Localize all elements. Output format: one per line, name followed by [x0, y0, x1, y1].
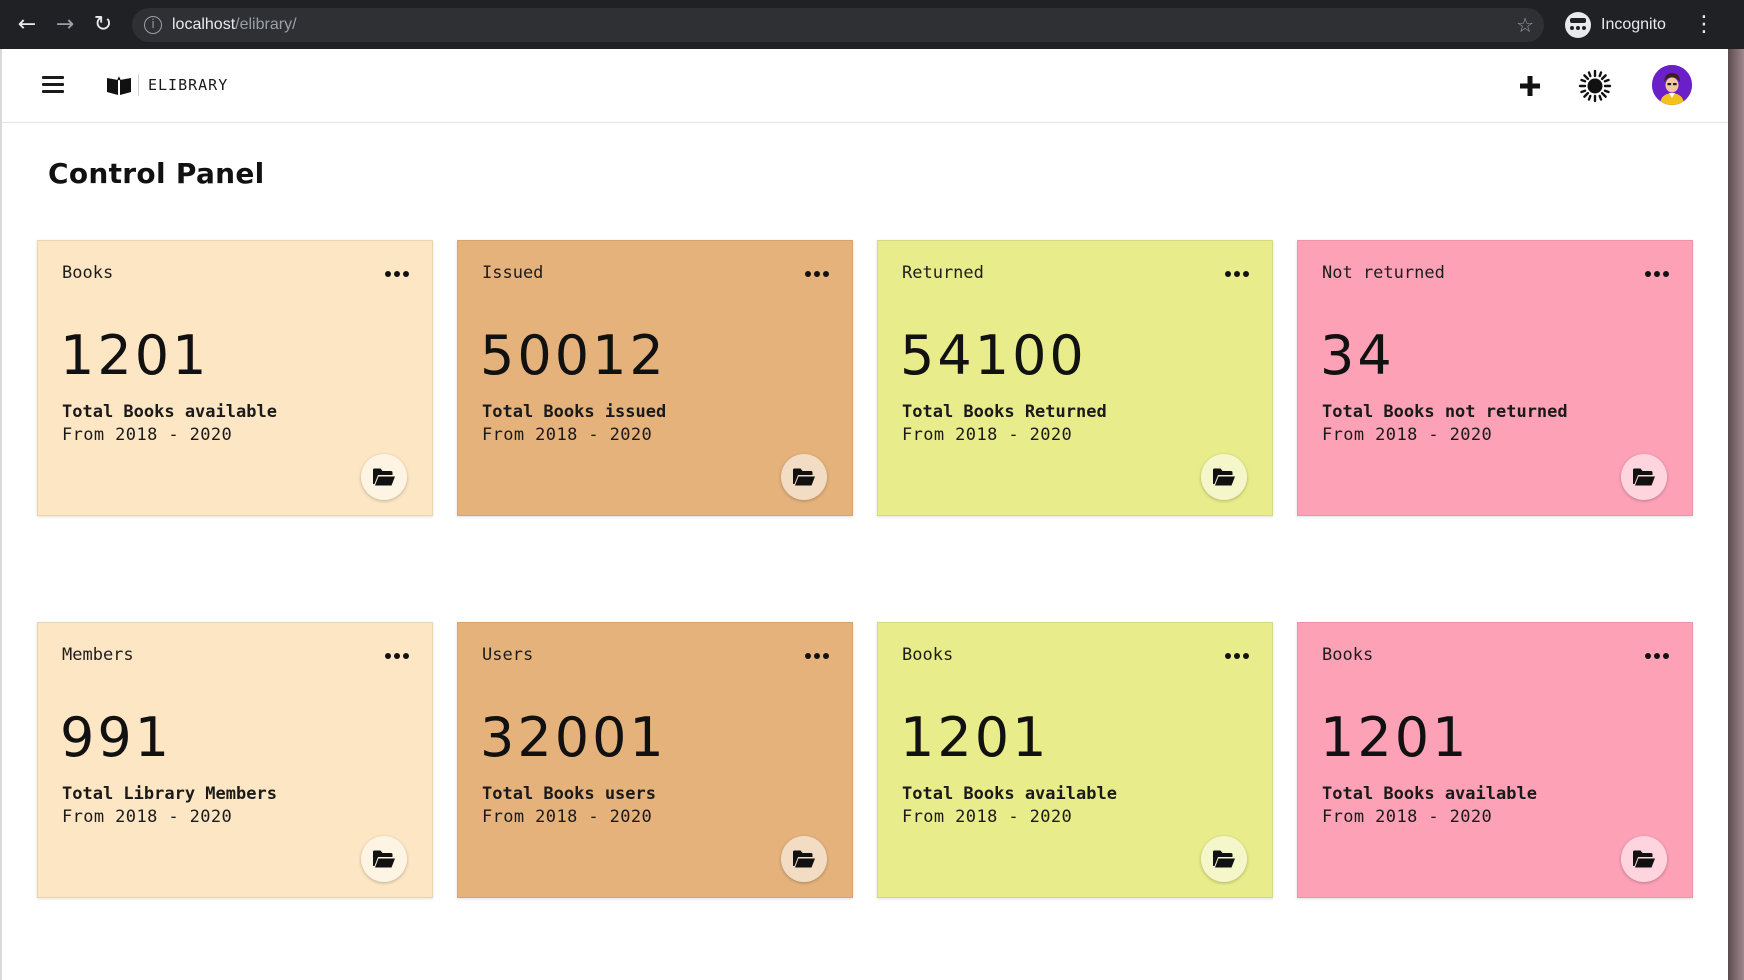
card-description: Total Books issued [482, 402, 667, 422]
card-label: Members [62, 645, 134, 665]
open-folder-button[interactable] [781, 836, 827, 882]
card-description: Total Books users [482, 784, 656, 804]
url-path: /elibrary/ [235, 16, 297, 33]
more-options-icon[interactable] [805, 268, 829, 280]
folder-open-icon [1212, 849, 1236, 869]
card-description: Total Books available [62, 402, 277, 422]
card-value: 54100 [900, 324, 1087, 387]
page-title: Control Panel [48, 157, 265, 190]
folder-open-icon [792, 467, 816, 487]
reload-icon[interactable]: ↻ [88, 10, 118, 40]
open-folder-button[interactable] [1201, 836, 1247, 882]
card-date-range: From 2018 - 2020 [902, 425, 1073, 445]
avatar-face-icon [1652, 65, 1692, 105]
open-folder-button[interactable] [361, 454, 407, 500]
card-date-range: From 2018 - 2020 [482, 807, 653, 827]
card-label: Not returned [1322, 263, 1445, 283]
folder-open-icon [1632, 467, 1656, 487]
incognito-icon [1565, 12, 1591, 38]
more-options-icon[interactable] [1645, 268, 1669, 280]
folder-open-icon [792, 849, 816, 869]
card-description: Total Books available [1322, 784, 1537, 804]
app-header: ELIBRARY [2, 49, 1728, 123]
card-date-range: From 2018 - 2020 [1322, 807, 1493, 827]
open-folder-button[interactable] [1621, 836, 1667, 882]
url-host: localhost [172, 16, 236, 33]
forward-arrow-icon[interactable]: → [50, 10, 80, 40]
stat-card[interactable]: Members 991 Total Library Members From 2018… [37, 622, 433, 898]
incognito-indicator[interactable]: Incognito [1565, 12, 1666, 38]
open-folder-button[interactable] [781, 454, 827, 500]
stat-card[interactable]: Users 32001 Total Books users From 2018 - 2… [457, 622, 853, 898]
card-value: 1201 [1320, 706, 1470, 769]
card-label: Users [482, 645, 534, 665]
more-options-icon[interactable] [1645, 650, 1669, 662]
card-label: Books [1322, 645, 1374, 665]
open-folder-button[interactable] [1201, 454, 1247, 500]
card-description: Total Books not returned [1322, 402, 1568, 422]
page: ELIBRARY Control Panel Books 1201 Total … [2, 49, 1728, 980]
info-icon[interactable]: i [144, 16, 162, 34]
more-options-icon[interactable] [1225, 268, 1249, 280]
more-options-icon[interactable] [805, 650, 829, 662]
more-options-icon[interactable] [385, 650, 409, 662]
card-date-range: From 2018 - 2020 [482, 425, 653, 445]
sun-icon[interactable] [1578, 69, 1612, 103]
card-value: 34 [1320, 324, 1395, 387]
card-description: Total Library Members [62, 784, 277, 804]
open-book-icon [107, 76, 131, 95]
more-options-icon[interactable] [385, 268, 409, 280]
folder-open-icon [372, 849, 396, 869]
incognito-label: Incognito [1601, 16, 1666, 33]
card-description: Total Books available [902, 784, 1117, 804]
folder-open-icon [372, 467, 396, 487]
card-label: Books [902, 645, 954, 665]
bookmark-star-icon[interactable]: ☆ [1516, 8, 1534, 42]
folder-open-icon [1632, 849, 1656, 869]
stat-card[interactable]: Not returned 34 Total Books not returned Fr… [1297, 240, 1693, 516]
browser-menu-icon[interactable]: ⋮ [1693, 10, 1715, 40]
window-edge [1728, 49, 1744, 980]
card-value: 1201 [60, 324, 210, 387]
card-value: 50012 [480, 324, 667, 387]
hamburger-icon[interactable] [42, 76, 64, 94]
stat-card[interactable]: Books 1201 Total Books available From 2018 … [877, 622, 1273, 898]
address-bar[interactable]: i localhost/elibrary/ ☆ [132, 8, 1544, 42]
card-date-range: From 2018 - 2020 [1322, 425, 1493, 445]
card-value: 1201 [900, 706, 1050, 769]
stat-card[interactable]: Books 1201 Total Books available From 2018 … [1297, 622, 1693, 898]
browser-toolbar: ← → ↻ i localhost/elibrary/ ☆ Incognito … [0, 0, 1744, 49]
url-text[interactable]: localhost/elibrary/ [172, 8, 297, 42]
card-value: 32001 [480, 706, 667, 769]
stat-card[interactable]: Books 1201 Total Books available From 2018 … [37, 240, 433, 516]
card-label: Returned [902, 263, 984, 283]
open-folder-button[interactable] [361, 836, 407, 882]
plus-icon[interactable] [1516, 72, 1544, 100]
card-date-range: From 2018 - 2020 [62, 807, 233, 827]
more-options-icon[interactable] [1225, 650, 1249, 662]
folder-open-icon [1212, 467, 1236, 487]
brand-name: ELIBRARY [148, 76, 229, 94]
open-folder-button[interactable] [1621, 454, 1667, 500]
card-label: Books [62, 263, 114, 283]
card-date-range: From 2018 - 2020 [62, 425, 233, 445]
brand-divider [138, 74, 139, 96]
back-arrow-icon[interactable]: ← [12, 10, 42, 40]
card-description: Total Books Returned [902, 402, 1107, 422]
brand[interactable]: ELIBRARY [106, 73, 228, 97]
stat-card[interactable]: Issued 50012 Total Books issued From 2018 -… [457, 240, 853, 516]
card-label: Issued [482, 263, 544, 283]
card-value: 991 [60, 706, 173, 769]
user-avatar[interactable] [1652, 65, 1692, 105]
card-date-range: From 2018 - 2020 [902, 807, 1073, 827]
stat-card[interactable]: Returned 54100 Total Books Returned From 20… [877, 240, 1273, 516]
